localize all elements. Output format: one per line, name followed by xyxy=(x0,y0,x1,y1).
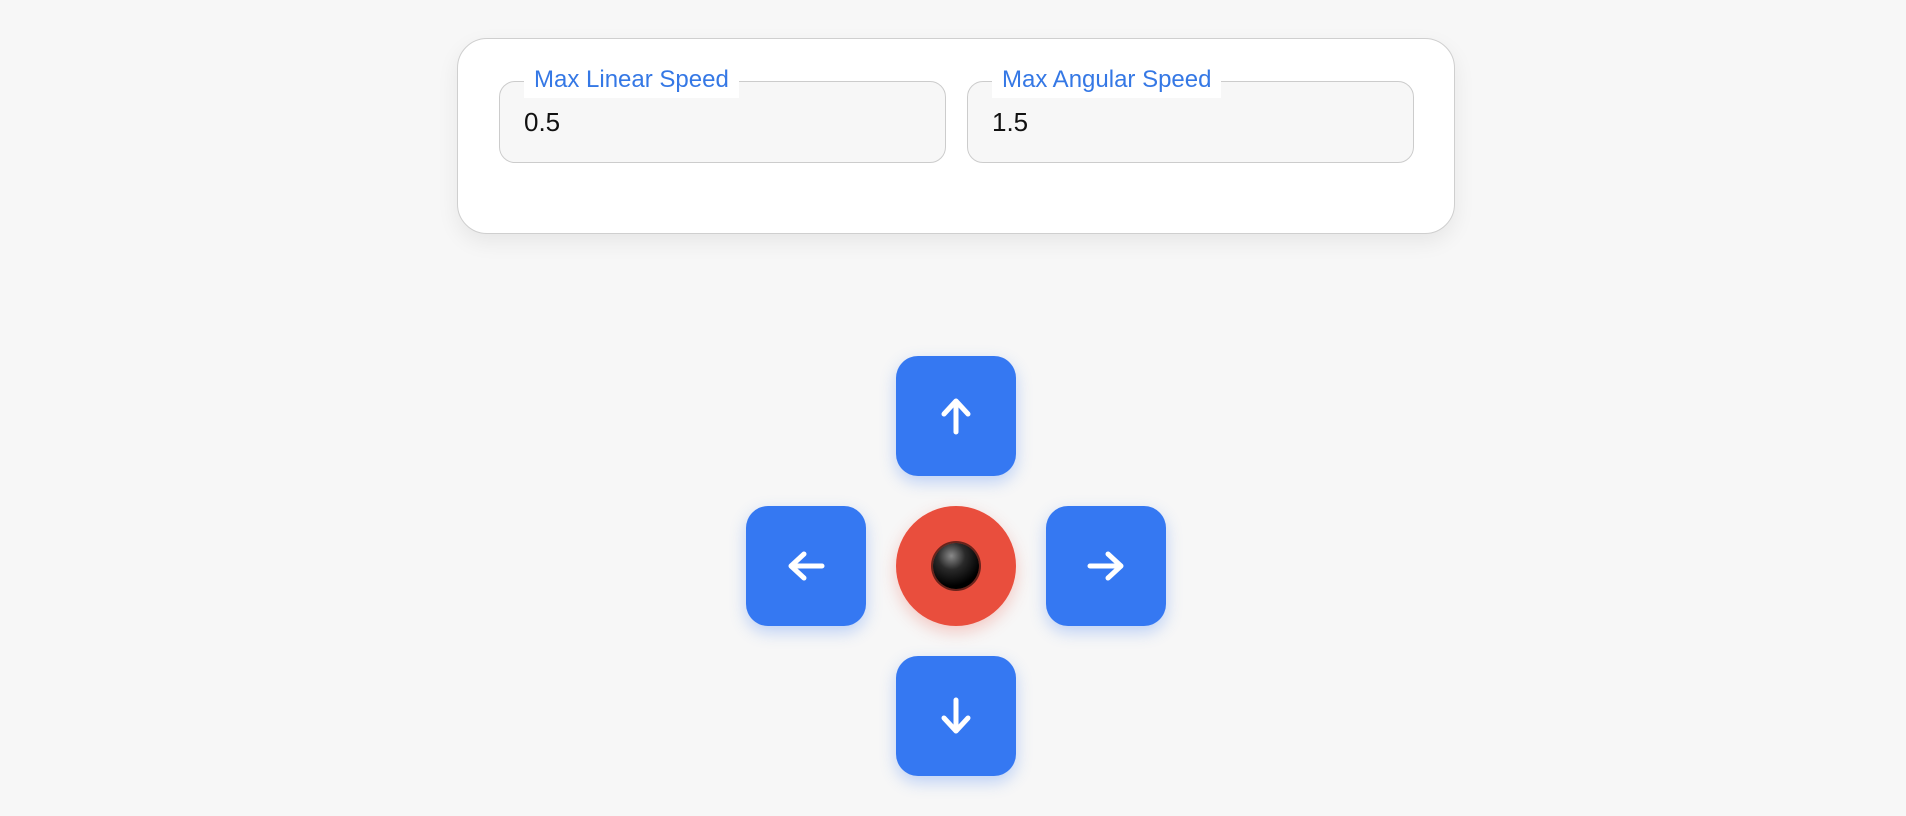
arrow-left-icon xyxy=(788,551,825,581)
max-angular-speed-input[interactable] xyxy=(992,100,1372,144)
arrow-right-icon xyxy=(1087,551,1124,581)
black-circle-icon xyxy=(933,543,979,589)
arrow-up-icon xyxy=(941,398,971,435)
max-linear-speed-label: Max Linear Speed xyxy=(524,62,739,98)
speed-settings-card: Max Linear Speed Max Angular Speed xyxy=(457,38,1455,234)
arrow-down-icon xyxy=(941,697,971,734)
move-backward-button[interactable] xyxy=(896,656,1016,776)
max-linear-speed-input[interactable] xyxy=(524,100,904,144)
turn-right-button[interactable] xyxy=(1046,506,1166,626)
max-angular-speed-label: Max Angular Speed xyxy=(992,62,1222,98)
max-linear-speed-field[interactable]: Max Linear Speed xyxy=(499,62,946,163)
stop-button[interactable] xyxy=(896,506,1016,626)
turn-left-button[interactable] xyxy=(746,506,866,626)
move-forward-button[interactable] xyxy=(896,356,1016,476)
max-angular-speed-field[interactable]: Max Angular Speed xyxy=(967,62,1414,163)
